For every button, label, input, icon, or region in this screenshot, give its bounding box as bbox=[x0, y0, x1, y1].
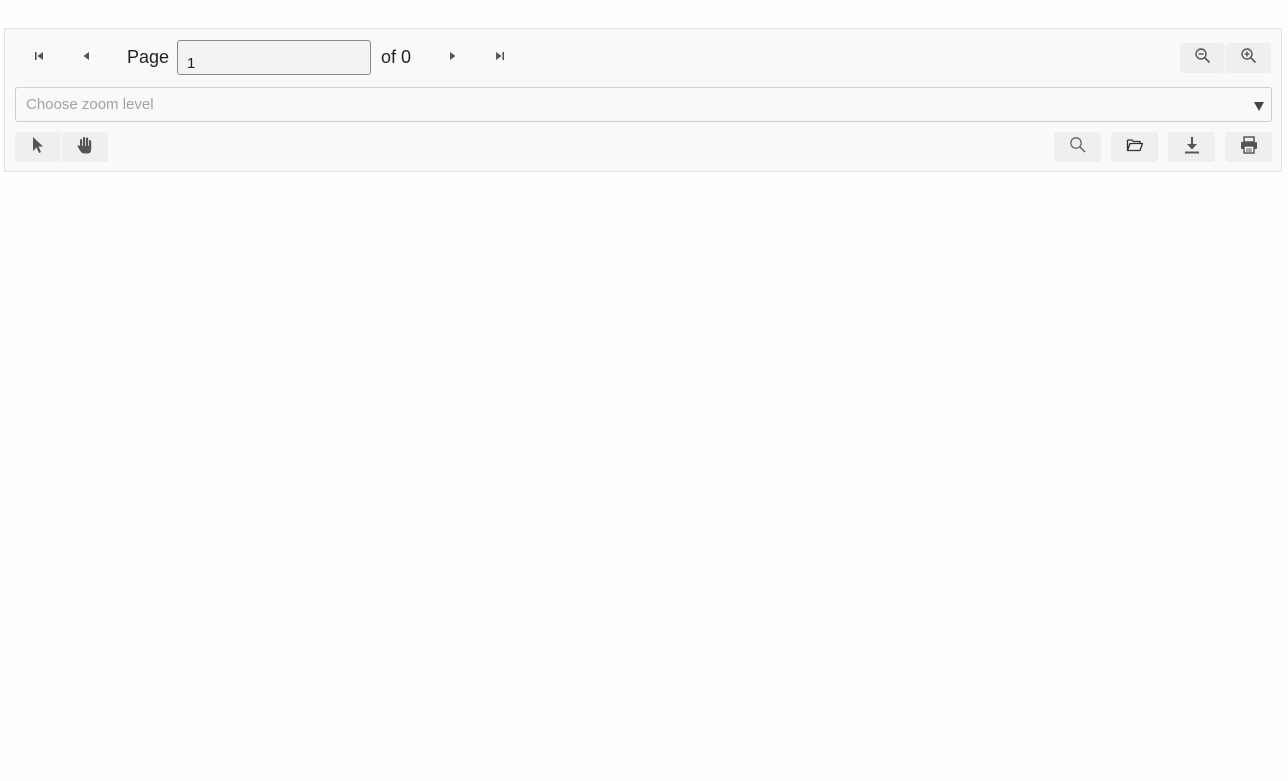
zoom-out-button[interactable] bbox=[1180, 43, 1225, 73]
pdf-viewer-toolbar: Page of 0 bbox=[4, 28, 1282, 172]
zoom-level-placeholder: Choose zoom level bbox=[26, 96, 154, 113]
last-page-button[interactable] bbox=[487, 43, 513, 69]
open-folder-icon bbox=[1126, 137, 1144, 158]
zoom-in-icon bbox=[1240, 47, 1258, 70]
last-page-icon bbox=[494, 50, 506, 62]
first-page-icon bbox=[33, 50, 45, 62]
zoom-in-button[interactable] bbox=[1226, 43, 1271, 73]
hand-tool-button[interactable] bbox=[62, 132, 108, 162]
previous-page-button[interactable] bbox=[73, 43, 99, 69]
pointer-cursor-icon bbox=[31, 136, 45, 159]
page-count-label: of 0 bbox=[381, 47, 412, 67]
hand-pan-icon bbox=[75, 135, 95, 160]
page-number-input[interactable] bbox=[177, 40, 371, 75]
search-button[interactable] bbox=[1054, 132, 1101, 162]
print-icon bbox=[1239, 135, 1259, 160]
next-page-icon bbox=[447, 50, 459, 62]
previous-page-icon bbox=[80, 50, 92, 62]
zoom-out-icon bbox=[1194, 47, 1212, 70]
chevron-down-icon bbox=[1253, 99, 1265, 117]
next-page-button[interactable] bbox=[440, 43, 466, 69]
search-icon bbox=[1069, 136, 1087, 159]
first-page-button[interactable] bbox=[26, 43, 52, 69]
page-label: Page bbox=[127, 47, 170, 67]
text-select-tool-button[interactable] bbox=[15, 132, 61, 162]
zoom-level-select[interactable]: Choose zoom level bbox=[15, 87, 1272, 122]
print-button[interactable] bbox=[1225, 132, 1272, 162]
download-icon bbox=[1183, 135, 1201, 160]
download-button[interactable] bbox=[1168, 132, 1215, 162]
navigation-row: Page of 0 bbox=[5, 29, 1281, 85]
open-file-button[interactable] bbox=[1111, 132, 1158, 162]
